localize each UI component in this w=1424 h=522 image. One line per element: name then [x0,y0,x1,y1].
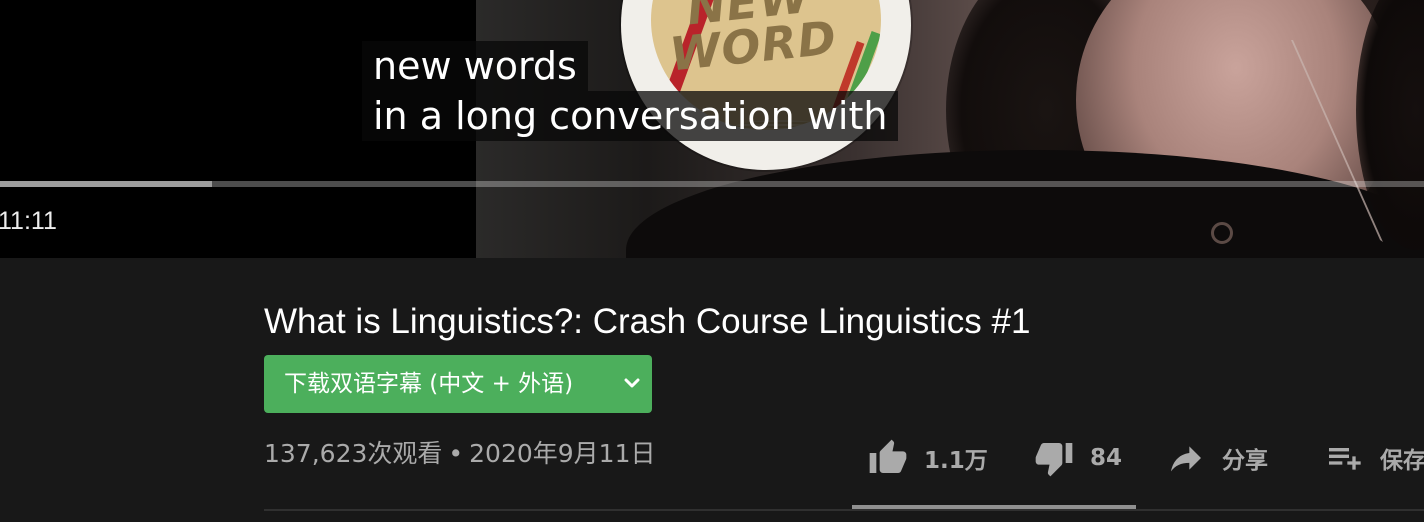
save-label: 保存 [1380,448,1424,474]
dislike-count: 84 [1090,445,1123,471]
share-label: 分享 [1222,448,1268,474]
divider [264,509,1424,511]
playlist-add-icon [1324,438,1364,478]
caption-line: in a long conversation with [362,91,899,141]
video-title: What is Linguistics?: Crash Course Lingu… [264,302,1031,341]
thumbs-up-icon [868,438,908,478]
view-info: 137,623次观看 • 2020年9月11日 [264,436,655,472]
separator: • [448,439,464,468]
progress-buffered [0,181,213,187]
dislike-button[interactable]: 84 [1034,436,1122,480]
chevron-down-icon [624,355,640,413]
progress-bar[interactable] [0,181,1424,187]
like-button[interactable]: 1.1万 [868,436,988,480]
share-arrow-icon [1166,438,1206,478]
caption-line: new words [362,41,588,91]
download-subtitles-label: 下载双语字幕 (中文 + 外语) [284,371,574,397]
video-player[interactable]: NEW WORD new words in a long conversatio… [0,0,1424,258]
watch-page: NEW WORD new words in a long conversatio… [0,0,1424,522]
caption-overlay: new words in a long conversation with [362,41,899,141]
share-button[interactable]: 分享 [1166,436,1268,480]
publish-date: 2020年9月11日 [469,439,656,468]
like-count: 1.1万 [924,448,988,474]
save-button[interactable]: 保存 [1324,436,1424,480]
thumbs-down-icon [1034,438,1074,478]
current-time: 11:11 [0,207,57,235]
view-count: 137,623次观看 [264,439,443,468]
download-subtitles-button[interactable]: 下载双语字幕 (中文 + 外语) [264,355,652,413]
